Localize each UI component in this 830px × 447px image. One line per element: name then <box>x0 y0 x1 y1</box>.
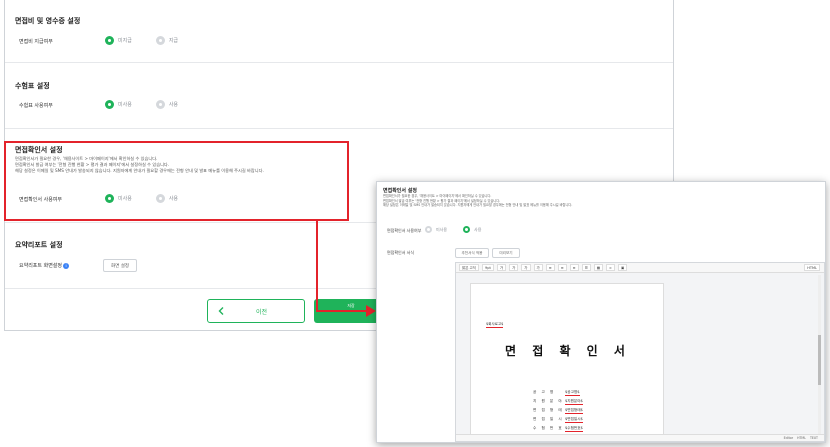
italic-icon[interactable]: 가 <box>509 264 519 271</box>
connector-line <box>316 221 318 312</box>
doc-field-row: 면 접 형 태 $면접형태$ <box>533 407 583 414</box>
fee-section-title: 면접비 및 영수증 설정 <box>15 17 81 25</box>
prev-button[interactable]: 이전 <box>207 299 305 323</box>
fee-option-unpaid[interactable]: 미지급 <box>105 36 132 45</box>
doc-field-row: 면 접 일 시 $면접일시$ <box>533 416 583 423</box>
document-editor[interactable]: 맑은 고딕 9pt 가 가 가 가 ≡ ≡ ≡ ☰ ▦ ∞ ▣ HTML $회사… <box>455 262 825 442</box>
fee-radio-group: 미지급 지급 <box>105 36 178 45</box>
radio-selected-icon <box>105 100 114 109</box>
underline-icon[interactable]: 가 <box>521 264 531 271</box>
html-source-button[interactable]: HTML <box>804 264 820 271</box>
editor-scrollbar[interactable] <box>818 275 821 435</box>
radio-selected-icon <box>463 226 471 233</box>
zoom-radio-group: 미사용 사용 <box>425 226 481 233</box>
text-mode-tab[interactable]: TEXT <box>810 436 818 440</box>
divider <box>5 62 673 63</box>
doc-field-row: 공 고 명 $공고명$ <box>533 389 580 396</box>
radio-unselected-icon <box>155 36 165 45</box>
table-icon[interactable]: ▦ <box>593 264 604 271</box>
doc-field-row: 수 험 번 호 $수험번호$ <box>533 425 583 432</box>
ticket-section-title: 수험표 설정 <box>15 82 50 90</box>
zoomed-confirmation-panel: 면접확인서 설정 면접확인서가 필요한 경우, '채용사이트 > 마이페이지'에… <box>376 181 826 443</box>
doc-field-row: 지 원 분 야 $지원분야$ <box>533 398 583 405</box>
editor-mode-tab[interactable]: Editor <box>784 436 793 440</box>
fee-option-paid[interactable]: 지급 <box>155 36 178 45</box>
link-icon[interactable]: ∞ <box>606 264 615 271</box>
doc-title: 면 접 확 인 서 <box>505 344 631 358</box>
scroll-thumb[interactable] <box>818 335 821 385</box>
fee-row-label: 면접비 지급여부 <box>19 39 53 45</box>
zoom-description: 면접확인서가 필요한 경우, '채용사이트 > 마이페이지'에서 확인하실 수 … <box>383 194 573 207</box>
connector-line <box>316 310 372 312</box>
align-right-icon[interactable]: ≡ <box>569 264 579 271</box>
ticket-radio-group: 미사용 사용 <box>105 100 178 109</box>
font-size-select[interactable]: 9pt <box>482 264 494 271</box>
apply-template-button[interactable]: 추천서식 적용 <box>455 248 489 258</box>
editor-status-bar: Editor HTML TEXT <box>456 434 824 441</box>
report-section-title: 요약리포트 설정 <box>15 241 63 249</box>
html-mode-tab[interactable]: HTML <box>797 436 806 440</box>
radio-unselected-icon <box>425 226 432 233</box>
strike-icon[interactable]: 가 <box>533 264 543 271</box>
editor-toolbar: 맑은 고딕 9pt 가 가 가 가 ≡ ≡ ≡ ☰ ▦ ∞ ▣ HTML <box>456 263 824 273</box>
chevron-left-icon <box>218 307 224 315</box>
align-center-icon[interactable]: ≡ <box>557 264 567 271</box>
zoom-form-label: 면접확인서 서식 <box>387 250 415 255</box>
ticket-option-used[interactable]: 사용 <box>155 100 178 109</box>
ticket-row-label: 수험표 사용여부 <box>19 103 53 109</box>
radio-selected-icon <box>105 36 114 45</box>
list-icon[interactable]: ☰ <box>581 264 591 271</box>
zoom-title: 면접확인서 설정 <box>383 188 417 194</box>
align-left-icon[interactable]: ≡ <box>545 264 555 271</box>
zoom-option-unused[interactable]: 미사용 <box>425 226 447 233</box>
highlight-box <box>4 141 349 221</box>
zoom-use-label: 면접확인서 사용여부 <box>387 228 422 233</box>
arrow-right-icon <box>366 305 376 317</box>
report-row-label: 요약리포트 화면설정 i <box>19 262 69 269</box>
divider <box>5 128 673 129</box>
doc-logo-placeholder: $회사로고$ <box>486 322 504 328</box>
image-icon[interactable]: ▣ <box>617 264 628 271</box>
radio-unselected-icon <box>155 100 165 109</box>
preview-button[interactable]: 미리보기 <box>492 248 520 258</box>
zoom-option-used[interactable]: 사용 <box>463 226 481 233</box>
ticket-option-unused[interactable]: 미사용 <box>105 100 132 109</box>
doc-fields: 공 고 명 $공고명$ 지 원 분 야 $지원분야$ 면 접 형 태 $면접형태$ 면… <box>533 388 583 433</box>
info-icon[interactable]: i <box>63 262 69 269</box>
document-page: $회사로고$ 면 접 확 인 서 공 고 명 $공고명$ 지 원 분 야 $지원분야… <box>470 283 664 435</box>
bold-icon[interactable]: 가 <box>496 264 507 271</box>
font-select[interactable]: 맑은 고딕 <box>459 264 479 271</box>
screen-settings-button[interactable]: 화면 설정 <box>103 259 137 272</box>
